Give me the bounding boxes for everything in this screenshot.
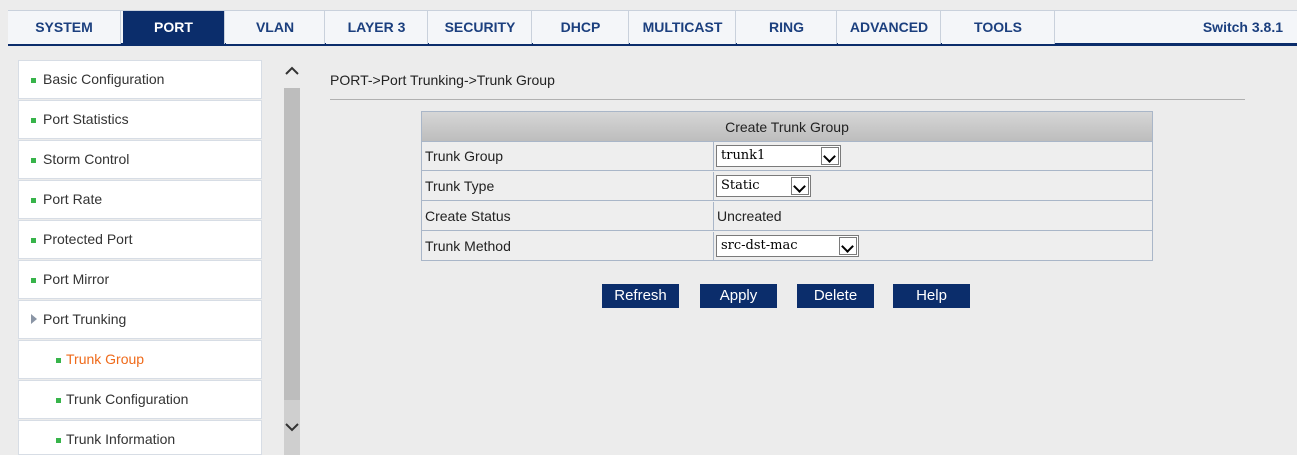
bullet-icon	[31, 78, 36, 83]
expand-arrow-icon	[31, 314, 37, 324]
tab-dhcp[interactable]: DHCP	[533, 11, 629, 44]
form-title: Create Trunk Group	[422, 112, 1152, 142]
sidebar-item-trunk-information[interactable]: Trunk Information	[18, 420, 262, 455]
sidebar-item-port-mirror[interactable]: Port Mirror	[18, 260, 262, 299]
tab-system[interactable]: SYSTEM	[8, 11, 121, 44]
breadcrumb: PORT->Port Trunking->Trunk Group	[330, 72, 555, 88]
sidebar-item-basic-configuration[interactable]: Basic Configuration	[18, 60, 262, 99]
sidebar-item-storm-control[interactable]: Storm Control	[18, 140, 262, 179]
bullet-icon	[31, 238, 36, 243]
bullet-icon	[56, 398, 61, 403]
bullet-icon	[31, 118, 36, 123]
cell-divider	[713, 202, 714, 231]
field-label: Trunk Group	[425, 148, 504, 164]
scroll-thumb[interactable]	[284, 88, 300, 400]
tab-port[interactable]: PORT	[123, 11, 225, 44]
create-status-value: Uncreated	[717, 208, 782, 224]
select-value: src-dst-mac	[721, 238, 798, 253]
form-row-create-status: Create Status Uncreated	[422, 202, 1152, 231]
field-label: Trunk Type	[425, 178, 495, 194]
cell-divider	[713, 142, 714, 171]
tab-advanced[interactable]: ADVANCED	[838, 11, 941, 44]
cell-divider	[713, 232, 714, 261]
sidebar-item-port-statistics[interactable]: Port Statistics	[18, 100, 262, 139]
sidebar-item-trunk-configuration[interactable]: Trunk Configuration	[18, 380, 262, 419]
delete-button[interactable]: Delete	[797, 284, 874, 308]
top-navigation: SYSTEM PORT VLAN LAYER 3 SECURITY DHCP M…	[8, 10, 1297, 46]
bullet-icon	[56, 358, 61, 363]
sidebar-item-label: Trunk Information	[66, 431, 176, 447]
form-row-trunk-method: Trunk Method src-dst-mac	[422, 232, 1152, 261]
bullet-icon	[31, 158, 36, 163]
help-button[interactable]: Help	[893, 284, 970, 308]
bullet-icon	[56, 438, 61, 443]
sidebar-item-label: Port Rate	[43, 191, 103, 207]
sidebar-item-trunk-group[interactable]: Trunk Group	[18, 340, 262, 379]
select-value: Static	[721, 178, 760, 193]
tab-layer3[interactable]: LAYER 3	[326, 11, 428, 44]
sidebar-item-label: Port Trunking	[43, 311, 127, 327]
tab-ring[interactable]: RING	[737, 11, 837, 44]
sidebar-item-port-trunking[interactable]: Port Trunking	[18, 300, 262, 339]
tab-tools[interactable]: TOOLS	[942, 11, 1055, 44]
sidebar-item-label: Basic Configuration	[43, 71, 165, 87]
sidebar-item-protected-port[interactable]: Protected Port	[18, 220, 262, 259]
field-label: Create Status	[425, 208, 511, 224]
scroll-up-icon[interactable]	[281, 60, 303, 82]
sidebar-item-label: Protected Port	[43, 231, 133, 247]
trunk-type-select[interactable]: Static	[716, 175, 811, 197]
sidebar-item-port-rate[interactable]: Port Rate	[18, 180, 262, 219]
bullet-icon	[31, 198, 36, 203]
sidebar-item-label: Storm Control	[43, 151, 130, 167]
tab-security[interactable]: SECURITY	[429, 11, 532, 44]
field-label: Trunk Method	[425, 238, 511, 254]
tab-vlan[interactable]: VLAN	[226, 11, 325, 44]
tab-multicast[interactable]: MULTICAST	[630, 11, 736, 44]
form-row-trunk-group: Trunk Group trunk1	[422, 142, 1152, 171]
sidebar-item-label: Trunk Group	[66, 351, 145, 367]
sidebar-menu: Basic Configuration Port Statistics Stor…	[18, 60, 262, 455]
sidebar-item-label: Port Mirror	[43, 271, 110, 287]
version-label: Switch 3.8.1	[1202, 19, 1283, 35]
sidebar-scrollbar[interactable]	[281, 60, 303, 455]
sidebar-item-label: Port Statistics	[43, 111, 129, 127]
scroll-down-icon[interactable]	[281, 416, 303, 438]
form-row-trunk-type: Trunk Type Static	[422, 172, 1152, 201]
bullet-icon	[31, 278, 36, 283]
chevron-down-icon[interactable]	[791, 177, 809, 195]
trunk-group-select[interactable]: trunk1	[716, 145, 841, 167]
cell-divider	[713, 172, 714, 201]
select-value: trunk1	[721, 148, 766, 163]
sidebar-item-label: Trunk Configuration	[66, 391, 189, 407]
trunk-method-select[interactable]: src-dst-mac	[716, 235, 859, 257]
chevron-down-icon[interactable]	[821, 147, 839, 165]
divider	[330, 99, 1245, 100]
apply-button[interactable]: Apply	[700, 284, 777, 308]
chevron-down-icon[interactable]	[839, 237, 857, 255]
refresh-button[interactable]: Refresh	[602, 284, 679, 308]
page-root: SYSTEM PORT VLAN LAYER 3 SECURITY DHCP M…	[0, 0, 1297, 455]
create-trunk-group-form: Create Trunk Group Trunk Group trunk1 Tr…	[421, 111, 1153, 261]
